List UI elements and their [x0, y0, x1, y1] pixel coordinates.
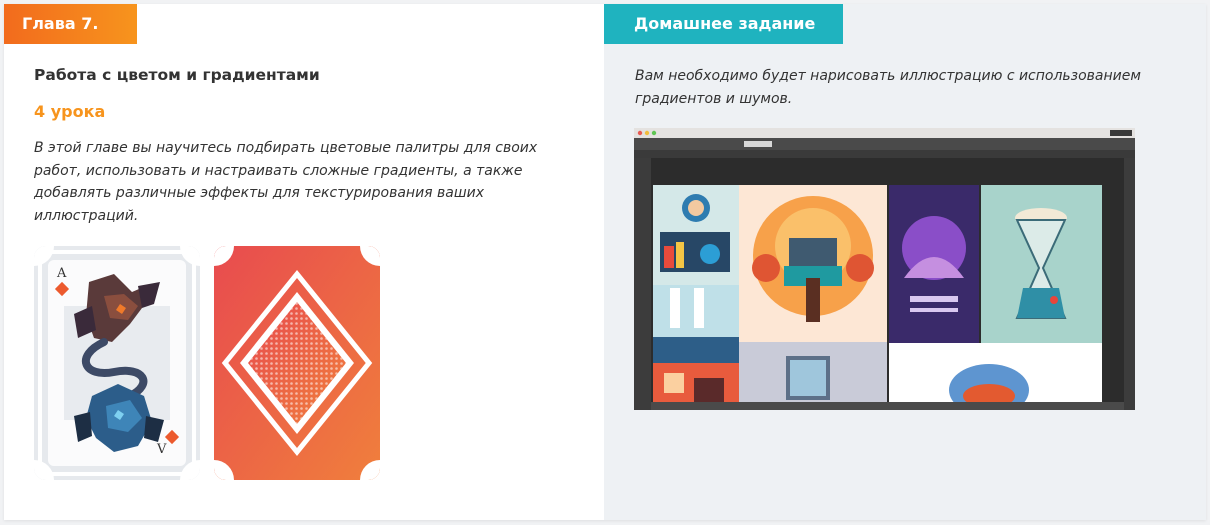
- chapter-title: Работа с цветом и градиентами: [34, 66, 320, 84]
- homework-panel: Домашнее задание Вам необходимо будет на…: [604, 4, 1206, 520]
- homework-tag: Домашнее задание: [604, 4, 843, 44]
- playing-card-dragon-image: A V: [34, 246, 200, 480]
- homework-description: Вам необходимо будет нарисовать иллюстра…: [635, 68, 1141, 107]
- chapter-description: В этой главе вы научитесь подбирать цвет…: [34, 140, 538, 224]
- playing-card-back-image: [214, 246, 380, 480]
- card-rank-bottom: V: [157, 442, 167, 457]
- card-rank-top: A: [57, 266, 67, 281]
- diamond-pattern-illustration: [214, 246, 380, 480]
- illustrator-workspace-illustration: [634, 128, 1135, 410]
- lessons-count: 4 урока: [34, 102, 106, 121]
- chapter-tag: Глава 7.: [4, 4, 137, 44]
- playing-card-illustration: [34, 246, 200, 480]
- chapter-panel: Глава 7. Работа с цветом и градиентами 4…: [4, 4, 604, 520]
- illustrator-screenshot-image: [634, 128, 1135, 410]
- chapter-card: Глава 7. Работа с цветом и градиентами 4…: [4, 4, 1206, 520]
